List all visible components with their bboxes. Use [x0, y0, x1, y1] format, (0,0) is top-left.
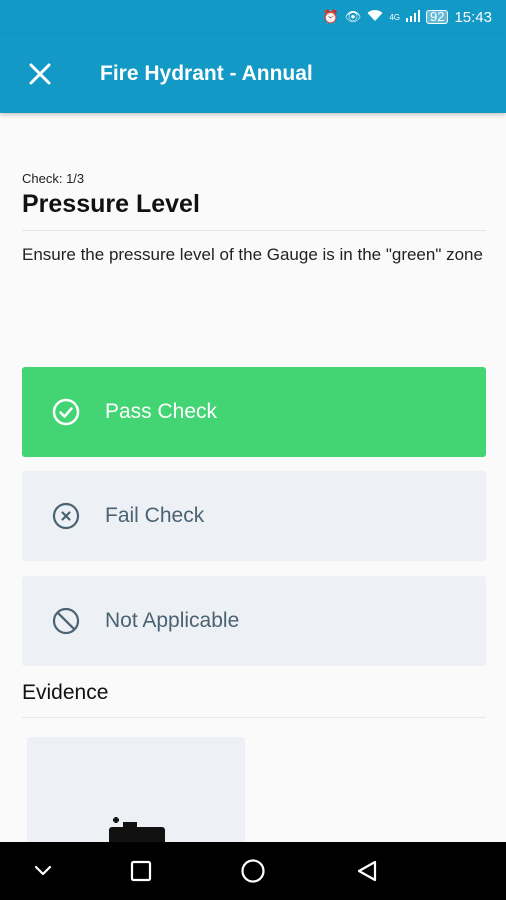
not-applicable-button[interactable]: Not Applicable	[22, 576, 486, 666]
battery-indicator: 92	[425, 10, 449, 24]
evidence-upload-tile[interactable]	[27, 737, 245, 857]
home-icon	[241, 859, 265, 883]
status-icons: ⏰ 👁 4G 92	[323, 9, 449, 25]
pass-check-button[interactable]: Pass Check	[22, 367, 486, 457]
nav-back-button[interactable]	[352, 856, 382, 886]
check-description: Ensure the pressure level of the Gauge i…	[22, 245, 483, 264]
wifi-icon	[367, 9, 383, 25]
network-type: 4G	[389, 12, 400, 22]
fail-check-button[interactable]: Fail Check	[22, 471, 486, 561]
block-icon	[52, 607, 80, 635]
check-counter: Check: 1/3	[22, 171, 85, 186]
check-title: Pressure Level	[22, 190, 200, 218]
signal-icon	[405, 9, 420, 25]
fail-check-label: Fail Check	[105, 504, 205, 527]
evidence-heading: Evidence	[22, 681, 109, 704]
close-button[interactable]	[20, 54, 60, 94]
status-clock: 15:43	[454, 8, 492, 26]
recents-icon	[130, 860, 152, 882]
back-icon	[357, 860, 377, 882]
system-nav-bar	[0, 842, 506, 900]
app-bar: Fire Hydrant - Annual	[0, 34, 506, 113]
not-applicable-label: Not Applicable	[105, 609, 240, 632]
check-circle-icon	[52, 398, 80, 426]
page-title: Fire Hydrant - Annual	[100, 61, 313, 85]
status-bar: ⏰ 👁 4G 92 15:43	[0, 0, 506, 34]
title-divider	[22, 230, 486, 231]
close-icon	[29, 63, 51, 84]
alarm-icon: ⏰	[322, 9, 339, 24]
nav-home-button[interactable]	[238, 856, 268, 886]
pass-check-label: Pass Check	[105, 400, 218, 423]
nav-recents-button[interactable]	[126, 856, 156, 886]
chevron-down-icon	[34, 865, 52, 876]
eye-icon: 👁	[344, 9, 362, 24]
x-circle-icon	[52, 502, 80, 530]
check-content: Check: 1/3 Pressure Level Ensure the pre…	[22, 113, 486, 857]
nav-collapse-button[interactable]	[28, 856, 58, 886]
evidence-divider	[22, 717, 486, 718]
